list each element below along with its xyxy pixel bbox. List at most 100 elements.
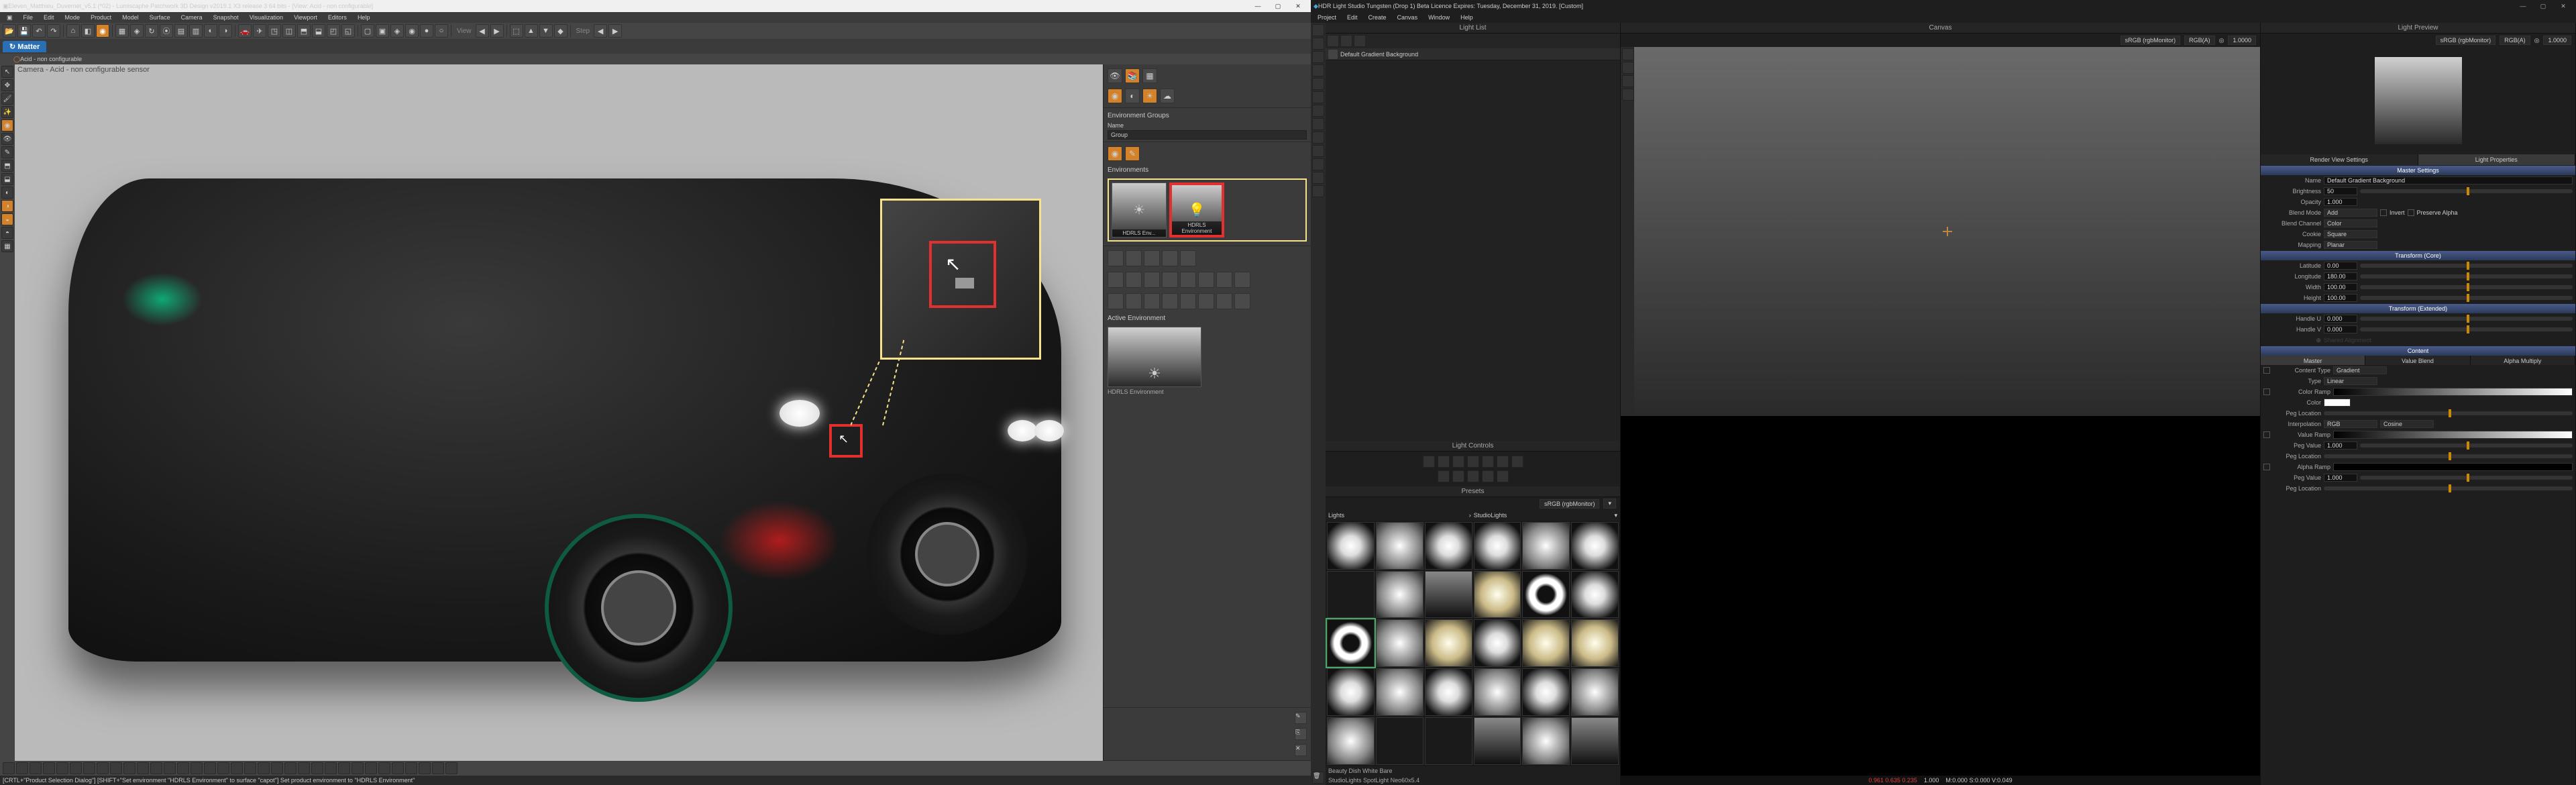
tb-undo[interactable]: ↶: [32, 24, 46, 38]
section-transform-ext[interactable]: Transform (Extended): [2261, 304, 2575, 313]
tb-icon-18[interactable]: ◉: [405, 24, 419, 38]
htool-9[interactable]: [1312, 132, 1324, 144]
tb-icon-5[interactable]: ▤: [174, 24, 188, 38]
tb-car-icon[interactable]: 🚗: [238, 24, 252, 38]
brightness-slider[interactable]: [2360, 189, 2573, 193]
prop-hu[interactable]: 0.000: [2324, 315, 2357, 323]
prop-blendmode[interactable]: Add: [2324, 209, 2377, 217]
tb-plane-icon[interactable]: ✈: [253, 24, 266, 38]
htool-6[interactable]: [1312, 91, 1324, 103]
ll-btn-1[interactable]: [1327, 35, 1339, 47]
panel-tab-3[interactable]: ▦: [1142, 68, 1157, 83]
hdrls-close[interactable]: ✕: [2553, 3, 2573, 10]
menu-file[interactable]: File: [19, 14, 38, 21]
menu-camera[interactable]: Camera: [177, 14, 207, 21]
panel-tab-1[interactable]: 👁: [1108, 68, 1122, 83]
hmenu-edit[interactable]: Edit: [1343, 14, 1362, 21]
canvas-colorspace[interactable]: sRGB (rgbMonitor): [2121, 36, 2181, 45]
hdrls-maximize[interactable]: ▢: [2533, 3, 2553, 10]
panel-sky-btn[interactable]: ☁: [1160, 89, 1175, 103]
menu-visualization[interactable]: Visualization: [246, 14, 287, 21]
tb-icon-21[interactable]: ⬚: [510, 24, 523, 38]
swatch[interactable]: [1108, 250, 1124, 266]
pegloc-slider[interactable]: [2324, 411, 2573, 415]
tool-select[interactable]: ↖: [1, 66, 13, 78]
color-ramp[interactable]: [2333, 388, 2573, 396]
tb-icon-17[interactable]: ◈: [390, 24, 404, 38]
cvtool-1[interactable]: [1622, 48, 1634, 60]
bt-1[interactable]: [3, 762, 15, 774]
prop-width[interactable]: 100.00: [2324, 283, 2357, 291]
prop-content-type[interactable]: Gradient: [2333, 366, 2387, 374]
htool-12[interactable]: [1312, 172, 1324, 184]
panel-mat-btn[interactable]: ◐: [1125, 89, 1140, 103]
side-copy-icon[interactable]: ⎘: [1295, 728, 1307, 740]
tb-icon-11[interactable]: ⬒: [297, 24, 311, 38]
panel-sun-btn[interactable]: ☀: [1142, 89, 1157, 103]
section-master[interactable]: Master Settings: [2261, 166, 2575, 175]
tool-12[interactable]: ▦: [1, 240, 13, 252]
ctab-alphamult[interactable]: Alpha Multiply: [2471, 356, 2575, 365]
preset-selected[interactable]: [1327, 619, 1375, 667]
tool-9[interactable]: ◑: [1, 200, 13, 212]
tool-move[interactable]: ✥: [1, 79, 13, 91]
env-group-name-input[interactable]: Group: [1108, 130, 1307, 140]
tb-icon-23[interactable]: ▼: [539, 24, 553, 38]
tb-view-prev[interactable]: ◀: [476, 24, 489, 38]
presets-colorspace[interactable]: sRGB (rgbMonitor): [1540, 499, 1600, 509]
tb-icon-10[interactable]: ◫: [282, 24, 296, 38]
tool-8[interactable]: ◐: [1, 187, 13, 199]
htool-3[interactable]: [1312, 51, 1324, 63]
tool-eye[interactable]: 👁: [1, 133, 13, 145]
tb-icon-3[interactable]: ↻: [145, 24, 158, 38]
ctab-valueblend[interactable]: Value Blend: [2365, 356, 2470, 365]
section-transform-core[interactable]: Transform (Core): [2261, 251, 2575, 260]
prop-height[interactable]: 100.00: [2324, 294, 2357, 302]
prop-opacity[interactable]: 1.000: [2324, 198, 2357, 206]
ll-btn-2[interactable]: [1340, 35, 1352, 47]
tb-icon-15[interactable]: ▢: [361, 24, 374, 38]
preserve-alpha-checkbox[interactable]: [2408, 209, 2414, 216]
preset-item[interactable]: [1327, 522, 1375, 570]
prop-blendchannel[interactable]: Color: [2324, 219, 2377, 227]
hdrls-minimize[interactable]: —: [2513, 3, 2533, 9]
matter-tab[interactable]: Matter: [3, 41, 46, 52]
tb-home[interactable]: ⌂: [66, 24, 80, 38]
prop-brightness[interactable]: 50: [2324, 187, 2357, 195]
htool-11[interactable]: [1312, 158, 1324, 170]
htool-1[interactable]: [1312, 24, 1324, 36]
env-action-2[interactable]: ✎: [1125, 146, 1140, 161]
menu-edit[interactable]: Edit: [40, 14, 58, 21]
tab-render-settings[interactable]: Render View Settings: [2261, 154, 2418, 165]
htool-4[interactable]: [1312, 64, 1324, 76]
htool-trash[interactable]: 🗑: [1312, 772, 1324, 784]
env-item-hdrls[interactable]: 💡 HDRLS Environment: [1169, 182, 1224, 238]
preset-cat-studio[interactable]: StudioLights: [1474, 512, 1612, 519]
close-button[interactable]: ✕: [1288, 3, 1308, 10]
tb-save[interactable]: 💾: [17, 24, 31, 38]
htool-13[interactable]: [1312, 185, 1324, 197]
menu-product[interactable]: Product: [87, 14, 115, 21]
tb-open[interactable]: 📂: [3, 24, 16, 38]
tool-10[interactable]: ◒: [1, 213, 13, 225]
tb-icon-4[interactable]: ⦿: [160, 24, 173, 38]
maximize-button[interactable]: ▢: [1268, 3, 1288, 10]
preview-channel[interactable]: RGB(A): [2500, 36, 2530, 45]
active-env-thumbnail[interactable]: ☀: [1108, 327, 1201, 387]
preview-target-icon[interactable]: ◎: [2534, 37, 2540, 44]
hmenu-help[interactable]: Help: [1456, 14, 1477, 21]
color-swatch[interactable]: [2324, 399, 2351, 407]
hdrls-titlebar[interactable]: ◆ HDR Light Studio Tungsten (Drop 1) Bet…: [1311, 0, 2576, 12]
preview-colorspace[interactable]: sRGB (rgbMonitor): [2436, 36, 2496, 45]
tb-icon-2[interactable]: ◈: [130, 24, 144, 38]
minimize-button[interactable]: —: [1248, 3, 1268, 9]
tb-view-next[interactable]: ▶: [490, 24, 504, 38]
tb-icon-24[interactable]: ◆: [554, 24, 568, 38]
invert-checkbox[interactable]: [2380, 209, 2387, 216]
prop-hv[interactable]: 0.000: [2324, 325, 2357, 333]
preview-exposure[interactable]: 1.0000: [2543, 36, 2571, 45]
tb-icon-8[interactable]: ◑: [219, 24, 232, 38]
tb-icon-22[interactable]: ▲: [525, 24, 538, 38]
htool-10[interactable]: [1312, 145, 1324, 157]
value-ramp[interactable]: [2333, 431, 2573, 439]
